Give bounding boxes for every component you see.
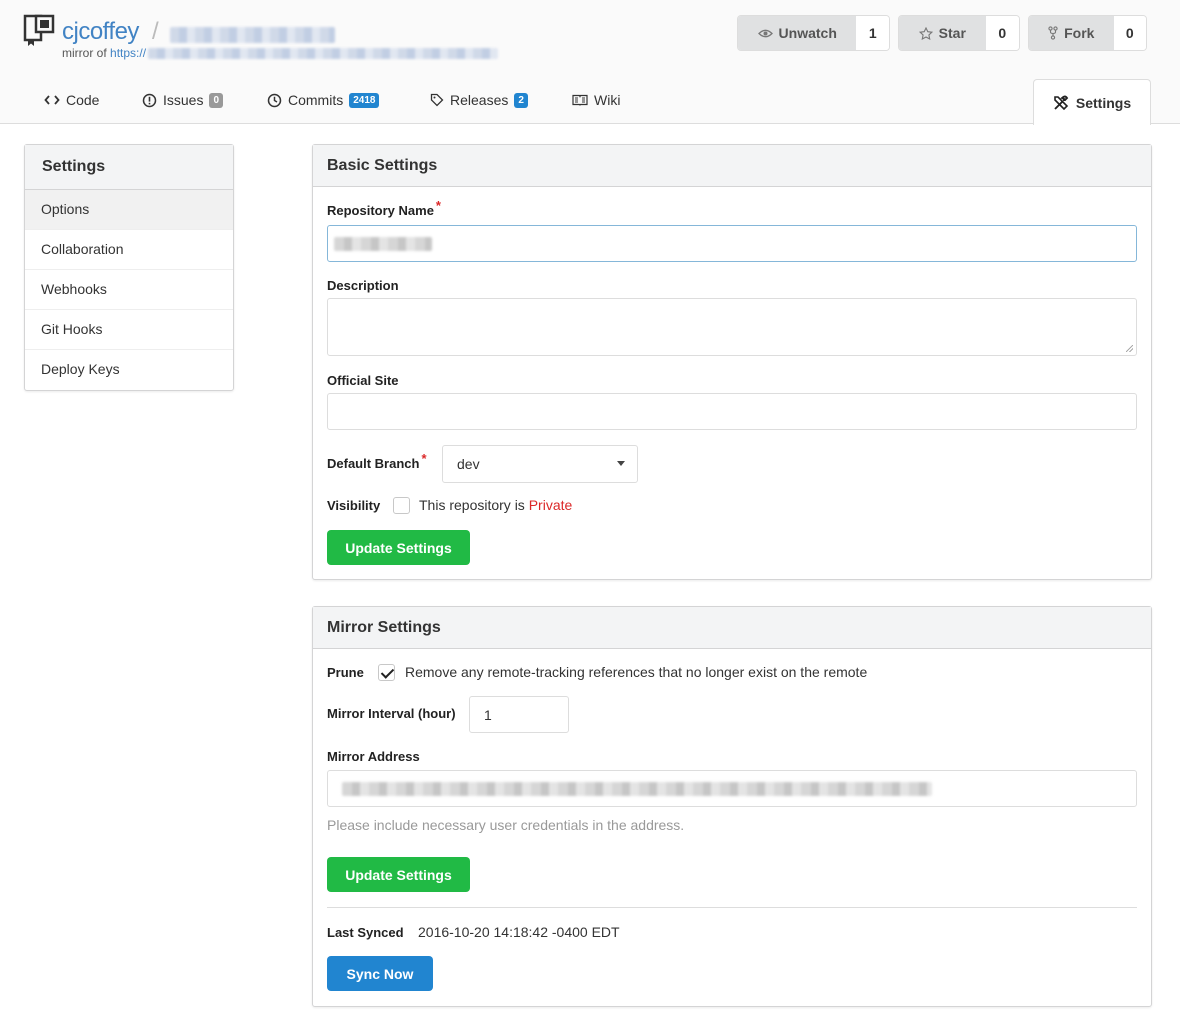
mirror-divider: [327, 907, 1137, 908]
tab-issues[interactable]: Issues 0: [142, 92, 224, 108]
official-site-input[interactable]: [327, 393, 1137, 430]
issues-count-badge: 0: [209, 92, 224, 108]
default-branch-label: Default Branch *: [327, 451, 427, 471]
mirror-address-hint: Please include necessary user credential…: [327, 817, 685, 833]
visibility-text-main: This repository is: [419, 497, 525, 513]
unwatch-button[interactable]: Unwatch: [738, 16, 857, 50]
watch-button-group[interactable]: Unwatch 1: [737, 15, 890, 51]
tab-commits-label: Commits: [288, 92, 344, 108]
dropdown-caret-icon: [617, 461, 625, 466]
repo-name-label: Repository Name *: [327, 198, 441, 218]
sync-now-button[interactable]: Sync Now: [327, 956, 433, 991]
tab-releases-label: Releases: [450, 92, 509, 108]
mirror-interval-label: Mirror Interval (hour): [327, 706, 456, 721]
prune-description[interactable]: Remove any remote-tracking references th…: [405, 664, 867, 680]
tab-issues-label: Issues: [163, 92, 204, 108]
prune-label: Prune: [327, 665, 364, 680]
unwatch-label: Unwatch: [778, 25, 837, 41]
mirror-address-value-redacted: [342, 781, 932, 796]
textarea-resize-handle[interactable]: [1126, 345, 1133, 352]
sidebar-item-options[interactable]: Options: [25, 190, 233, 230]
repo-name-redacted: [170, 27, 335, 43]
last-synced-value: 2016-10-20 14:18:42 -0400 EDT: [418, 924, 620, 940]
last-synced-label: Last Synced: [327, 925, 404, 940]
mirror-interval-value: 1: [484, 706, 492, 723]
tab-wiki[interactable]: Wiki: [572, 92, 620, 108]
default-branch-label-text: Default Branch: [327, 456, 420, 471]
description-textarea[interactable]: [327, 298, 1137, 356]
repo-name-label-text: Repository Name: [327, 203, 434, 218]
update-basic-settings-button[interactable]: Update Settings: [327, 530, 470, 565]
tab-code[interactable]: Code: [44, 92, 99, 108]
default-branch-select[interactable]: dev: [442, 445, 638, 483]
releases-count-badge: 2: [514, 92, 528, 108]
tab-code-label: Code: [66, 92, 100, 108]
sidebar-item-collaboration[interactable]: Collaboration: [25, 230, 233, 270]
prune-checkbox[interactable]: [378, 664, 395, 681]
tag-icon: [430, 93, 444, 107]
sidebar-item-webhooks[interactable]: Webhooks: [25, 270, 233, 310]
official-site-label: Official Site: [327, 373, 399, 388]
repo-header: cjcoffey / mirror of https:// Unwatch 1 …: [0, 0, 1180, 125]
sidebar-title: Settings: [25, 145, 233, 190]
fork-button[interactable]: Fork: [1029, 16, 1114, 50]
repo-name-value-redacted: [334, 236, 432, 251]
update-mirror-settings-button[interactable]: Update Settings: [327, 857, 470, 892]
tools-icon: [1054, 95, 1069, 110]
tab-commits[interactable]: Commits 2418: [267, 92, 380, 108]
mirror-source-link[interactable]: https://: [110, 46, 146, 60]
default-branch-value: dev: [457, 456, 480, 472]
sidebar-item-git-hooks[interactable]: Git Hooks: [25, 310, 233, 350]
required-mark-branch: *: [421, 451, 427, 466]
star-count[interactable]: 0: [985, 16, 1019, 50]
visibility-text[interactable]: This repository is Private: [419, 497, 572, 513]
tab-releases[interactable]: Releases 2: [430, 92, 528, 108]
required-mark: *: [435, 198, 441, 213]
visibility-private: Private: [528, 497, 573, 513]
mirror-address-input[interactable]: [327, 770, 1137, 807]
private-checkbox[interactable]: [393, 497, 410, 514]
mirror-prefix: mirror of: [62, 46, 107, 60]
repo-path-separator: /: [152, 18, 159, 45]
commits-count-badge: 2418: [349, 92, 380, 108]
repo-owner-link[interactable]: cjcoffey: [62, 18, 139, 46]
visibility-label: Visibility: [327, 498, 381, 513]
basic-settings-panel: Basic Settings Repository Name * Descript…: [312, 144, 1152, 580]
book-icon: [572, 94, 588, 106]
mirror-source: mirror of https://: [62, 46, 146, 60]
history-icon: [267, 93, 282, 107]
mirror-url-redacted: [148, 48, 498, 59]
mirror-settings-title: Mirror Settings: [313, 607, 1151, 649]
star-icon: [918, 26, 933, 40]
tab-wiki-label: Wiki: [594, 92, 621, 108]
settings-sidebar: Settings Options Collaboration Webhooks …: [24, 144, 234, 391]
fork-button-group[interactable]: Fork 0: [1028, 15, 1147, 51]
issue-icon: [142, 93, 157, 107]
basic-settings-title: Basic Settings: [313, 145, 1151, 187]
fork-label: Fork: [1064, 25, 1095, 41]
repo-name-input[interactable]: [327, 225, 1137, 262]
fork-icon: [1048, 26, 1058, 40]
watch-count[interactable]: 1: [856, 16, 889, 50]
mirror-settings-panel: Mirror Settings Prune Remove any remote-…: [312, 606, 1152, 1007]
fork-count[interactable]: 0: [1113, 16, 1146, 50]
eye-icon: [757, 29, 773, 37]
star-button-group[interactable]: Star 0: [898, 15, 1020, 51]
tab-settings[interactable]: Settings: [1033, 79, 1151, 125]
star-button[interactable]: Star: [899, 16, 986, 50]
mirror-interval-input[interactable]: 1: [469, 696, 569, 733]
description-label: Description: [327, 278, 399, 293]
tab-settings-label: Settings: [1075, 94, 1132, 111]
star-label: Star: [938, 25, 966, 41]
repo-mirror-icon: [23, 14, 55, 46]
code-icon: [44, 95, 60, 105]
mirror-address-label: Mirror Address: [327, 749, 420, 764]
sidebar-item-deploy-keys[interactable]: Deploy Keys: [25, 350, 233, 390]
